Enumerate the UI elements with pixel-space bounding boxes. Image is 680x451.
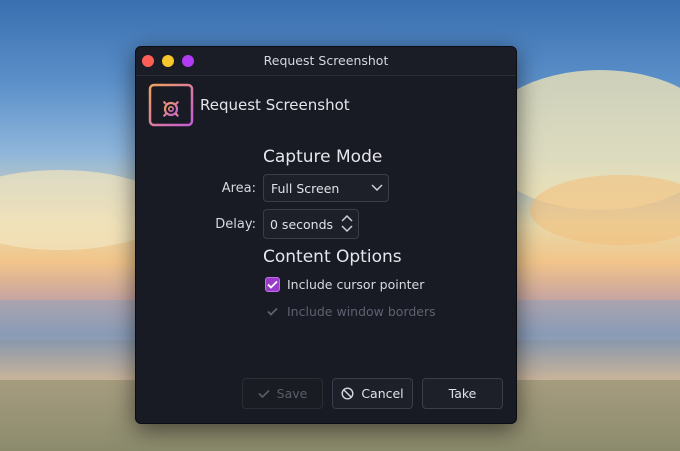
check-icon: [267, 280, 278, 289]
area-label: Area:: [221, 181, 256, 196]
check-icon: [267, 307, 278, 316]
delay-value: 0 seconds: [270, 217, 334, 232]
cancel-icon: [341, 387, 354, 400]
dialog-header: Request Screenshot: [148, 81, 350, 129]
cursor-pointer-checkbox[interactable]: [265, 277, 280, 292]
capture-mode-heading: Capture Mode: [263, 147, 383, 167]
dialog-heading: Request Screenshot: [200, 96, 350, 114]
cursor-pointer-label: Include cursor pointer: [287, 277, 425, 292]
delay-spinbox[interactable]: 0 seconds: [263, 209, 359, 239]
include-cursor-pointer-option[interactable]: Include cursor pointer: [265, 277, 424, 292]
request-screenshot-dialog: Request Screenshot Request Screenshot Ca…: [135, 46, 517, 424]
cancel-button[interactable]: Cancel: [332, 378, 413, 409]
window-borders-label: Include window borders: [287, 304, 436, 319]
content-options-heading: Content Options: [263, 247, 402, 267]
chevron-down-icon: [371, 184, 383, 192]
window-title: Request Screenshot: [263, 53, 389, 68]
save-button-label: Save: [276, 386, 308, 401]
chevron-up-icon[interactable]: [341, 214, 353, 222]
area-select[interactable]: Full Screen: [263, 174, 389, 202]
delay-label: Delay:: [215, 217, 256, 232]
take-button[interactable]: Take: [422, 378, 503, 409]
chevron-down-icon[interactable]: [341, 225, 353, 233]
check-icon: [258, 389, 270, 398]
cancel-button-label: Cancel: [361, 386, 404, 401]
screenshot-settings-icon: [148, 83, 194, 127]
window-borders-checkbox: [265, 304, 280, 319]
include-window-borders-option: Include window borders: [265, 304, 436, 319]
take-button-label: Take: [448, 386, 477, 401]
title-bar[interactable]: Request Screenshot: [136, 47, 516, 76]
area-select-value: Full Screen: [271, 181, 340, 196]
save-button: Save: [242, 378, 323, 409]
